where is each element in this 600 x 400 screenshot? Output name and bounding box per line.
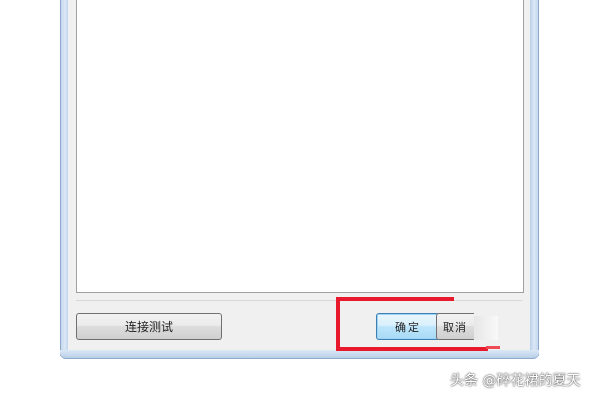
dialog-frame-right — [530, 0, 539, 356]
content-panel — [76, 0, 524, 293]
highlight-box-tail — [486, 346, 500, 349]
separator — [76, 300, 522, 301]
highlight-box-top — [336, 297, 454, 301]
dialog-frame-bottom — [60, 350, 539, 359]
render-artifact — [474, 316, 498, 340]
cancel-button[interactable]: 取消 — [436, 313, 474, 340]
highlight-box-left — [336, 297, 340, 351]
ok-button[interactable]: 确定 — [376, 313, 440, 340]
dialog-body — [68, 0, 530, 350]
highlight-box-bottom — [336, 347, 488, 351]
watermark: 头条 @碎花裙的夏天 — [450, 373, 581, 389]
test-connection-button[interactable]: 连接测试 — [76, 313, 222, 340]
